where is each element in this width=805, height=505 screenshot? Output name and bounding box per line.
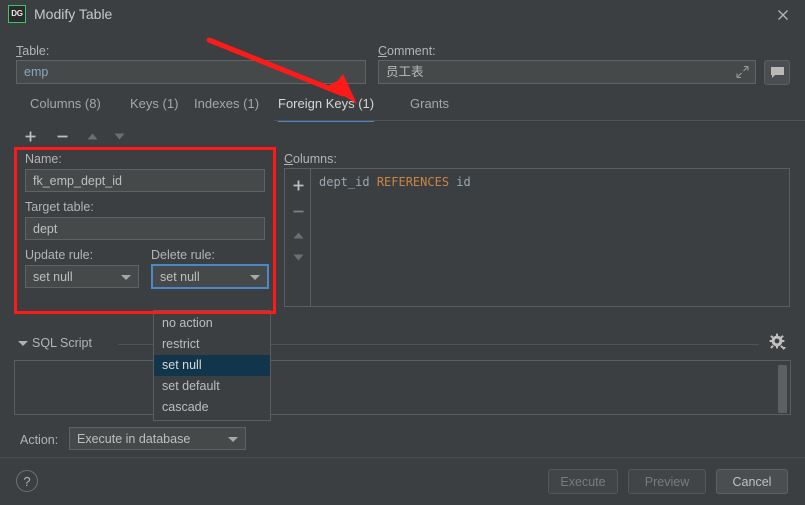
sql-scrollbar[interactable]	[778, 362, 789, 413]
dropdown-option-set-null[interactable]: set null	[154, 355, 270, 376]
columns-label: Columns:	[284, 152, 337, 166]
dropdown-option-cascade[interactable]: cascade	[154, 397, 270, 418]
tab-keys[interactable]: Keys (1)	[130, 94, 178, 120]
arrow-down-icon[interactable]	[109, 126, 129, 146]
datagrip-logo-icon: DG	[8, 5, 26, 23]
sql-script-title: SQL Script	[32, 336, 92, 350]
action-label: Action:	[20, 433, 59, 447]
tab-indexes[interactable]: Indexes (1)	[194, 94, 259, 120]
delete-rule-select[interactable]: set null	[151, 264, 269, 289]
action-value: Execute in database	[77, 431, 191, 446]
table-name-input[interactable]: emp	[16, 60, 366, 84]
references-keyword: REFERENCES	[376, 175, 450, 189]
add-column-button[interactable]	[288, 175, 308, 195]
tab-separator	[274, 120, 805, 121]
delete-rule-dropdown[interactable]: no action restrict set null set default …	[153, 310, 271, 421]
title-bar: DG Modify Table	[0, 0, 805, 30]
help-button[interactable]: ?	[16, 470, 38, 492]
remove-foreign-key-button[interactable]	[52, 126, 72, 146]
dropdown-option-restrict[interactable]: restrict	[154, 334, 270, 355]
list-item[interactable]: dept_id REFERENCES id	[319, 175, 781, 189]
tab-columns[interactable]: Columns (8)	[30, 94, 101, 120]
preview-button[interactable]: Preview	[628, 469, 706, 494]
move-column-down-icon[interactable]	[288, 247, 308, 267]
footer-divider	[0, 457, 805, 458]
chevron-down-icon	[121, 274, 131, 280]
execute-button[interactable]: Execute	[548, 469, 618, 494]
dropdown-option-no-action[interactable]: no action	[154, 313, 270, 334]
columns-list[interactable]: dept_id REFERENCES id	[311, 169, 789, 306]
columns-panel: dept_id REFERENCES id	[284, 168, 790, 307]
update-rule-value: set null	[33, 269, 73, 284]
sql-script-header: SQL Script	[14, 333, 791, 353]
tab-foreign-keys[interactable]: Foreign Keys (1)	[278, 94, 375, 122]
move-column-up-icon[interactable]	[288, 225, 308, 245]
update-rule-label: Update rule:	[25, 248, 94, 262]
target-table-label: Target table:	[25, 200, 94, 214]
chevron-down-icon[interactable]	[18, 341, 28, 346]
gear-icon[interactable]	[769, 333, 789, 353]
window-title: Modify Table	[34, 6, 113, 22]
chevron-down-icon	[250, 274, 260, 280]
sql-script-editor[interactable]	[14, 360, 791, 415]
chevron-down-icon	[228, 436, 238, 442]
tab-grants[interactable]: Grants	[410, 94, 449, 120]
foreign-key-name-input[interactable]: fk_emp_dept_id	[25, 169, 265, 192]
comment-bubble-icon[interactable]	[764, 60, 790, 85]
cancel-button[interactable]: Cancel	[716, 469, 788, 494]
delete-rule-value: set null	[160, 269, 200, 284]
modify-table-dialog: DG Modify Table Table: emp Comment: 员工表 …	[0, 0, 805, 505]
sql-scrollbar-thumb[interactable]	[778, 365, 787, 413]
action-select[interactable]: Execute in database	[69, 427, 246, 450]
update-rule-select[interactable]: set null	[25, 265, 139, 288]
foreign-key-form: Name: fk_emp_dept_id Target table: dept …	[18, 150, 276, 311]
name-label: Name:	[25, 152, 62, 166]
column-name: dept_id	[319, 175, 370, 189]
table-label: Table:	[16, 44, 50, 58]
tab-bar: Columns (8) Keys (1) Indexes (1) Foreign…	[0, 94, 805, 122]
arrow-up-icon[interactable]	[82, 126, 102, 146]
comment-value: 员工表	[386, 64, 424, 79]
add-foreign-key-button[interactable]	[20, 126, 40, 146]
comment-input[interactable]: 员工表	[378, 60, 756, 84]
target-table-input[interactable]: dept	[25, 217, 265, 240]
dropdown-option-set-default[interactable]: set default	[154, 376, 270, 397]
remove-column-button[interactable]	[288, 201, 308, 221]
expand-icon[interactable]	[736, 65, 749, 79]
target-column: id	[456, 175, 471, 189]
delete-rule-label: Delete rule:	[151, 248, 215, 262]
comment-label: Comment:	[378, 44, 436, 58]
foreign-keys-toolbar	[14, 124, 791, 148]
close-icon[interactable]	[775, 7, 791, 23]
columns-rail	[285, 169, 311, 306]
